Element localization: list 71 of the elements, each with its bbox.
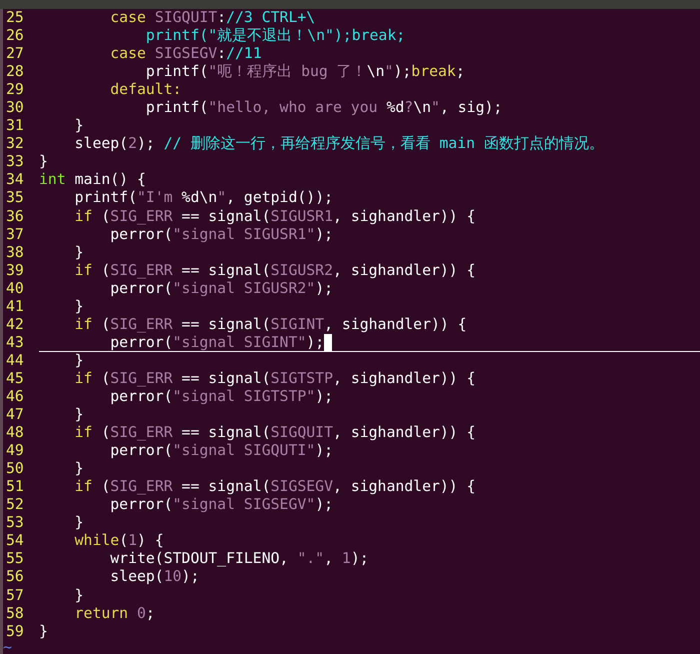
code-line: perror("signal SIGQUTI"); [109,442,334,460]
line-number: 40 [5,280,25,298]
code-line: int main() { [39,171,146,190]
code-line: } [74,298,84,316]
empty-line-marker: ~ [3,640,13,654]
line-number: 27 [5,45,25,64]
code-line: if (SIG_ERR == signal(SIGUSR1, sighandler)) { [74,208,476,226]
line-number: 38 [5,244,25,262]
code-line: } [39,153,48,172]
line-number: 43 [5,334,25,352]
line-number: 25 [5,9,25,28]
code-line: printf("就是不退出！\n");break; [144,27,406,46]
code-line: perror("signal SIGSEGV"); [109,496,334,514]
line-number: 51 [5,478,25,496]
line-number: 52 [5,496,25,514]
line-number: 53 [5,514,25,532]
code-line: sleep(10); [109,568,200,586]
code-line: perror("signal SIGUSR2"); [109,280,334,298]
line-number: 47 [5,406,25,424]
code-line: case SIGQUIT://3 CTRL+\ [109,9,316,28]
line-number: 48 [5,424,25,442]
code-line: } [74,244,84,262]
code-line: printf("呃！程序出 bug 了！\n");break; [144,63,465,82]
code-line: perror("signal SIGINT"); [109,334,324,352]
line-number: 45 [5,370,25,388]
code-line: perror("signal SIGTSTP"); [109,388,334,406]
code-line: } [39,622,48,641]
code-line: } [74,406,84,424]
code-line: if (SIG_ERR == signal(SIGINT, sighandler)) { [74,316,467,334]
code-line: return 0; [74,604,155,623]
code-line: if (SIG_ERR == signal(SIGQUIT, sighandler)) { [74,424,476,442]
line-number: 44 [5,352,25,370]
line-number: 35 [5,189,25,208]
line-number: 58 [5,604,25,623]
code-line: if (SIG_ERR == signal(SIGTSTP, sighandler)) { [74,370,476,388]
line-number: 29 [5,81,25,100]
line-number: 41 [5,298,25,316]
line-number: 56 [5,568,25,586]
code-line: printf("I'm %d\n", getpid()); [74,189,334,208]
code-line: } [74,586,84,605]
line-number: 36 [5,208,25,226]
code-line: } [74,514,84,532]
code-line: } [74,352,84,370]
line-number: 26 [5,27,25,46]
code-line: perror("signal SIGUSR1"); [109,226,334,244]
code-line: write(STDOUT_FILENO, ".", 1); [109,550,369,568]
code-line: while(1) { [74,532,164,550]
line-number: 33 [5,153,25,172]
code-line: if (SIG_ERR == signal(SIGSEGV, sighandler)) { [74,478,476,496]
code-line: printf("hello, who are you %d?\n", sig); [144,99,502,118]
line-number: 28 [5,63,25,82]
code-line: default: [109,81,182,100]
code-line: } [74,460,84,478]
line-number: 31 [5,117,25,136]
line-number: 59 [5,622,25,641]
line-number: 57 [5,586,25,605]
line-number: 50 [5,460,25,478]
line-number: 49 [5,442,25,460]
line-number: 54 [5,532,25,550]
line-number: 30 [5,99,25,118]
line-number: 46 [5,388,25,406]
line-number: 55 [5,550,25,568]
code-line: case SIGSEGV://11 [109,45,262,64]
code-line: if (SIG_ERR == signal(SIGUSR2, sighandler)) { [74,262,476,280]
code-line: sleep(2); // 删除这一行，再给程序发信号，看看 main 函数打点的情况。 [74,135,604,154]
line-number: 34 [5,171,25,190]
line-number: 42 [5,316,25,334]
line-number: 39 [5,262,25,280]
code-line: } [74,117,84,136]
line-number: 37 [5,226,25,244]
line-number: 32 [5,135,25,154]
